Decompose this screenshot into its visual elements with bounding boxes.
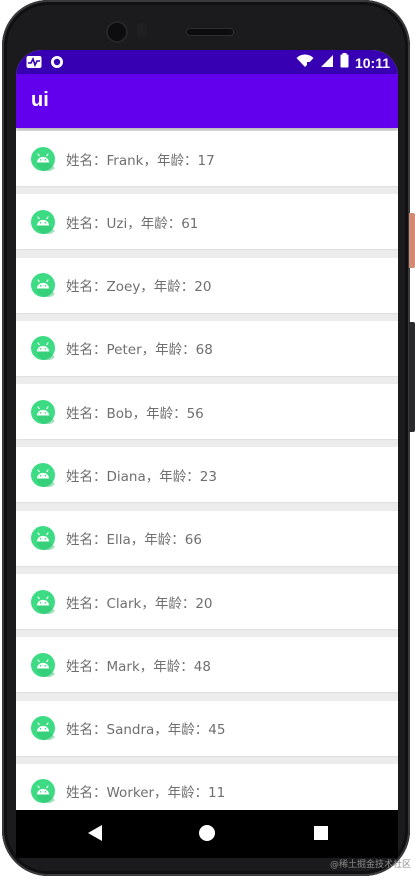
app-bar: ui — [16, 74, 398, 128]
list-item-label: 姓名：Zoey，年龄：20 — [66, 279, 212, 296]
android-icon — [31, 399, 55, 425]
android-icon — [31, 462, 55, 488]
list-item-1[interactable]: 姓名：Frank，年龄：17 — [16, 131, 398, 186]
proximity-sensor — [137, 23, 147, 37]
android-icon — [31, 526, 55, 551]
wifi-icon — [296, 53, 314, 72]
list-item-label: 姓名：Clark，年龄：20 — [66, 595, 213, 612]
list-item-8[interactable]: 姓名：Clark，年龄：20 — [16, 574, 398, 630]
android-icon — [31, 652, 55, 678]
earpiece-speaker — [187, 29, 233, 35]
android-icon — [31, 589, 55, 615]
list-item-10[interactable]: 姓名：Sandra，年龄：45 — [16, 700, 398, 756]
list-item-5[interactable]: 姓名：Bob，年龄：56 — [16, 384, 398, 440]
list-item-label: 姓名：Diana，年龄：23 — [66, 468, 217, 485]
volume-button[interactable] — [409, 322, 415, 432]
signal-icon — [320, 53, 334, 72]
list-item-4[interactable]: 姓名：Peter，年龄：68 — [16, 320, 398, 376]
navigation-bar — [16, 810, 398, 858]
watermark-text: @稀土掘金技术社区 — [329, 860, 411, 870]
phone-screen: 10:11 ui 姓名：Frank，年龄：17 姓名：Uzi，年龄：61 姓名：… — [16, 50, 398, 858]
list-item-6[interactable]: 姓名：Diana，年龄：23 — [16, 447, 398, 503]
android-icon — [31, 146, 55, 172]
list-item-label: 姓名：Uzi，年龄：61 — [66, 215, 199, 232]
list-item-label: 姓名：Worker，年龄：11 — [66, 785, 226, 802]
android-icon — [31, 716, 55, 741]
battery-icon — [340, 53, 349, 72]
power-button[interactable] — [409, 213, 415, 268]
android-icon — [31, 779, 55, 804]
list-item-label: 姓名：Frank，年龄：17 — [66, 152, 215, 169]
list-item-3[interactable]: 姓名：Zoey，年龄：20 — [16, 257, 398, 313]
android-icon — [31, 273, 55, 298]
status-clock: 10:11 — [354, 54, 390, 71]
back-icon[interactable] — [87, 824, 103, 846]
front-camera — [108, 23, 126, 41]
list-item-label: 姓名：Sandra，年龄：45 — [66, 722, 226, 739]
android-icon — [31, 209, 55, 235]
notification-circle-icon — [50, 54, 64, 73]
list-item-9[interactable]: 姓名：Mark，年龄：48 — [16, 637, 398, 693]
emulator-stage: 10:11 ui 姓名：Frank，年龄：17 姓名：Uzi，年龄：61 姓名：… — [0, 0, 415, 881]
android-icon — [31, 336, 55, 361]
activity-icon — [26, 54, 42, 73]
home-icon[interactable] — [198, 824, 216, 846]
app-title: ui — [31, 89, 49, 111]
recents-icon[interactable] — [313, 824, 329, 846]
person-list[interactable]: 姓名：Frank，年龄：17 姓名：Uzi，年龄：61 姓名：Zoey，年龄：2… — [16, 131, 398, 827]
list-item-label: 姓名：Ella，年龄：66 — [66, 532, 202, 549]
status-bar: 10:11 — [16, 50, 398, 74]
list-item-label: 姓名：Mark，年龄：48 — [66, 658, 211, 675]
list-item-label: 姓名：Bob，年龄：56 — [66, 405, 204, 422]
list-item-2[interactable]: 姓名：Uzi，年龄：61 — [16, 194, 398, 250]
list-item-7[interactable]: 姓名：Ella，年龄：66 — [16, 510, 398, 566]
list-item-label: 姓名：Peter，年龄：68 — [66, 342, 213, 359]
